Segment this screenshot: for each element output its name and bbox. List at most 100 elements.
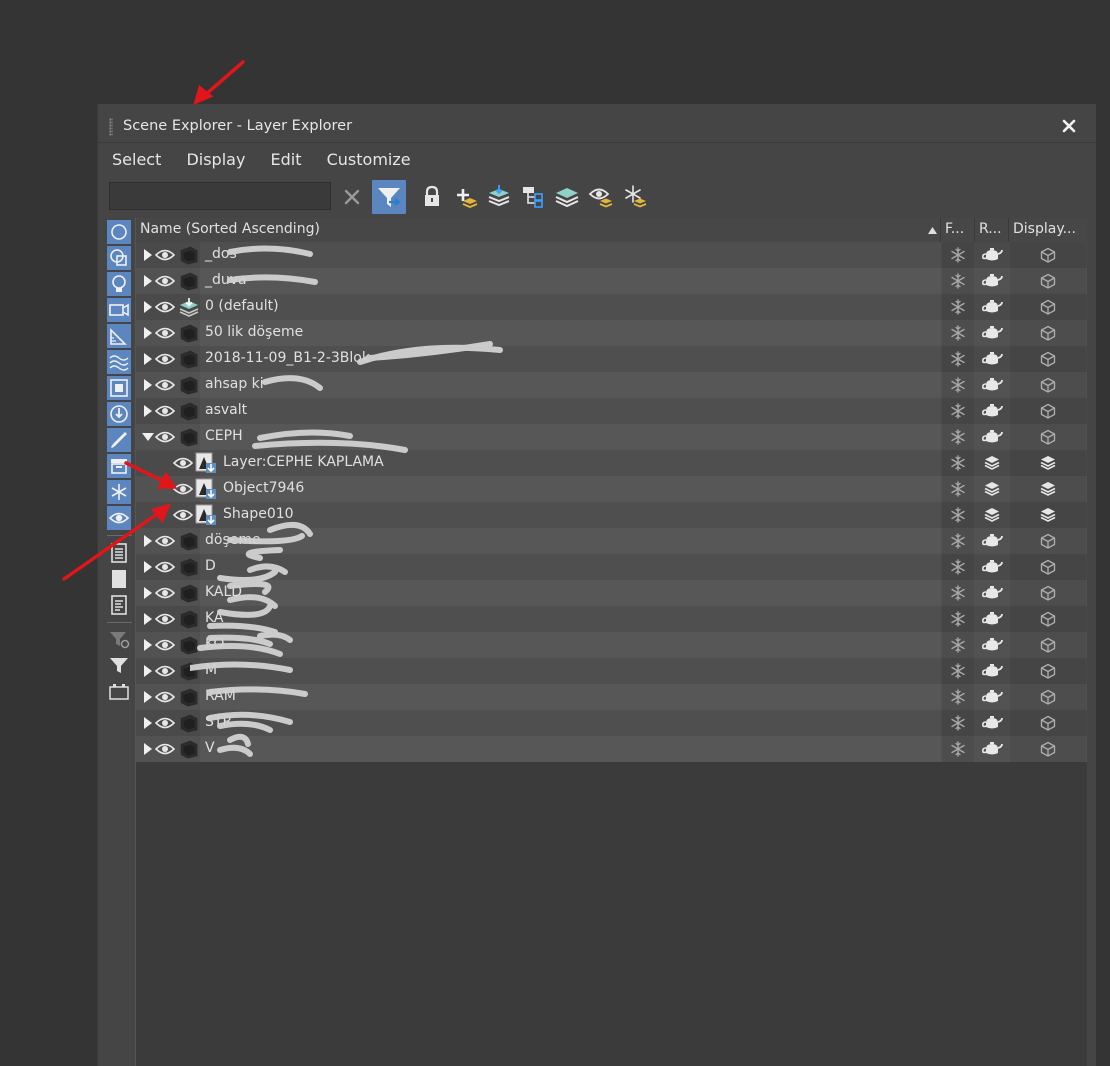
freeze-snowflake-icon[interactable] bbox=[950, 377, 966, 393]
display-box-icon[interactable] bbox=[1040, 533, 1056, 549]
by-layer-icon[interactable] bbox=[984, 507, 1000, 523]
visibility-eye-icon[interactable] bbox=[155, 665, 175, 677]
render-cell[interactable] bbox=[976, 294, 1008, 320]
freeze-cell[interactable] bbox=[942, 554, 974, 580]
layer-row[interactable]: 0 (default) bbox=[136, 294, 1087, 320]
display-none-icon[interactable] bbox=[107, 567, 131, 591]
visibility-eye-icon[interactable] bbox=[155, 379, 175, 391]
layer-row[interactable]: _duva bbox=[136, 268, 1087, 294]
object-icon[interactable] bbox=[195, 504, 217, 526]
layer-icon[interactable] bbox=[178, 271, 198, 291]
shapes-filter-icon[interactable] bbox=[107, 246, 131, 270]
layer-row[interactable]: M bbox=[136, 658, 1087, 684]
render-column-header[interactable]: R... bbox=[979, 221, 1007, 237]
bones-filter-icon[interactable] bbox=[107, 428, 131, 452]
object-icon[interactable] bbox=[195, 478, 217, 500]
renderable-teapot-icon[interactable] bbox=[981, 247, 1003, 263]
render-cell[interactable] bbox=[976, 502, 1008, 528]
freeze-cell[interactable] bbox=[942, 736, 974, 762]
layer-row[interactable]: CEPH bbox=[136, 424, 1087, 450]
render-cell[interactable] bbox=[976, 372, 1008, 398]
renderable-teapot-icon[interactable] bbox=[981, 559, 1003, 575]
object-row[interactable]: Object7946 bbox=[136, 476, 1087, 502]
display-cell[interactable] bbox=[1010, 710, 1086, 736]
clear-icon[interactable] bbox=[338, 183, 366, 211]
visibility-eye-icon[interactable] bbox=[155, 561, 175, 573]
display-box-icon[interactable] bbox=[1040, 377, 1056, 393]
expand-arrow-icon[interactable] bbox=[142, 275, 154, 287]
freeze-cell[interactable] bbox=[942, 606, 974, 632]
freeze-snowflake-icon[interactable] bbox=[950, 481, 966, 497]
layer-icon[interactable] bbox=[178, 427, 198, 447]
render-cell[interactable] bbox=[976, 268, 1008, 294]
visibility-eye-icon[interactable] bbox=[155, 353, 175, 365]
renderable-teapot-icon[interactable] bbox=[981, 377, 1003, 393]
layer-icon[interactable] bbox=[178, 661, 198, 681]
visibility-eye-icon[interactable] bbox=[155, 743, 175, 755]
layer-icon[interactable] bbox=[178, 635, 198, 655]
freeze-cell[interactable] bbox=[942, 268, 974, 294]
freeze-cell[interactable] bbox=[942, 580, 974, 606]
render-cell[interactable] bbox=[976, 476, 1008, 502]
display-cell[interactable] bbox=[1010, 554, 1086, 580]
containers-filter-icon[interactable] bbox=[107, 454, 131, 478]
layer-row[interactable]: asvalt bbox=[136, 398, 1087, 424]
expand-arrow-icon[interactable] bbox=[142, 327, 154, 339]
renderable-teapot-icon[interactable] bbox=[981, 715, 1003, 731]
freeze-cell[interactable] bbox=[942, 346, 974, 372]
geometry-filter-icon[interactable] bbox=[107, 220, 131, 244]
drag-grip-icon[interactable] bbox=[109, 118, 113, 136]
expand-arrow-icon[interactable] bbox=[142, 379, 154, 391]
xrefs-filter-icon[interactable] bbox=[107, 402, 131, 426]
menu-edit[interactable]: Edit bbox=[271, 150, 302, 169]
layer-row[interactable]: _dos bbox=[136, 242, 1087, 268]
helpers-filter-icon[interactable] bbox=[107, 324, 131, 348]
hidden-filter-icon[interactable] bbox=[107, 506, 131, 530]
expand-arrow-icon[interactable] bbox=[142, 717, 154, 729]
freeze-cell[interactable] bbox=[942, 320, 974, 346]
display-cell[interactable] bbox=[1010, 372, 1086, 398]
expand-arrow-icon[interactable] bbox=[142, 405, 154, 417]
display-cell[interactable] bbox=[1010, 320, 1086, 346]
expand-arrow-icon[interactable] bbox=[142, 639, 154, 651]
renderable-teapot-icon[interactable] bbox=[981, 325, 1003, 341]
display-cell[interactable] bbox=[1010, 632, 1086, 658]
layer-icon[interactable] bbox=[178, 713, 198, 733]
display-box-icon[interactable] bbox=[1040, 611, 1056, 627]
display-cell[interactable] bbox=[1010, 398, 1086, 424]
layer-icon[interactable] bbox=[178, 531, 198, 551]
freeze-cell[interactable] bbox=[942, 710, 974, 736]
by-layer-icon[interactable] bbox=[984, 455, 1000, 471]
visibility-eye-icon[interactable] bbox=[173, 457, 193, 469]
layers-icon[interactable] bbox=[485, 183, 513, 211]
freeze-column-header[interactable]: F... bbox=[945, 221, 973, 237]
filter-settings-icon[interactable] bbox=[107, 627, 131, 651]
stack-icon[interactable] bbox=[553, 183, 581, 211]
renderable-teapot-icon[interactable] bbox=[981, 741, 1003, 757]
render-cell[interactable] bbox=[976, 450, 1008, 476]
display-cell[interactable] bbox=[1010, 658, 1086, 684]
layer-row[interactable]: D bbox=[136, 554, 1087, 580]
render-cell[interactable] bbox=[976, 710, 1008, 736]
freeze-snowflake-icon[interactable] bbox=[950, 741, 966, 757]
freeze-cell[interactable] bbox=[942, 450, 974, 476]
freeze-snowflake-icon[interactable] bbox=[950, 715, 966, 731]
renderable-teapot-icon[interactable] bbox=[981, 637, 1003, 653]
by-layer-icon[interactable] bbox=[1040, 455, 1056, 471]
title-bar[interactable]: Scene Explorer - Layer Explorer bbox=[98, 114, 1096, 143]
freeze-snowflake-icon[interactable] bbox=[950, 429, 966, 445]
expand-arrow-icon[interactable] bbox=[142, 613, 154, 625]
display-cell[interactable] bbox=[1010, 294, 1086, 320]
object-icon[interactable] bbox=[195, 452, 217, 474]
frozen-filter-icon[interactable] bbox=[107, 480, 131, 504]
render-cell[interactable] bbox=[976, 658, 1008, 684]
active-layer-icon[interactable] bbox=[178, 297, 200, 317]
display-cell[interactable] bbox=[1010, 528, 1086, 554]
layer-icon[interactable] bbox=[178, 583, 198, 603]
display-cell[interactable] bbox=[1010, 502, 1086, 528]
layer-row[interactable]: KALD bbox=[136, 580, 1087, 606]
freeze-cell[interactable] bbox=[942, 684, 974, 710]
display-all-icon[interactable] bbox=[107, 541, 131, 565]
expand-arrow-icon[interactable] bbox=[142, 353, 154, 365]
object-row[interactable]: Shape010 bbox=[136, 502, 1087, 528]
